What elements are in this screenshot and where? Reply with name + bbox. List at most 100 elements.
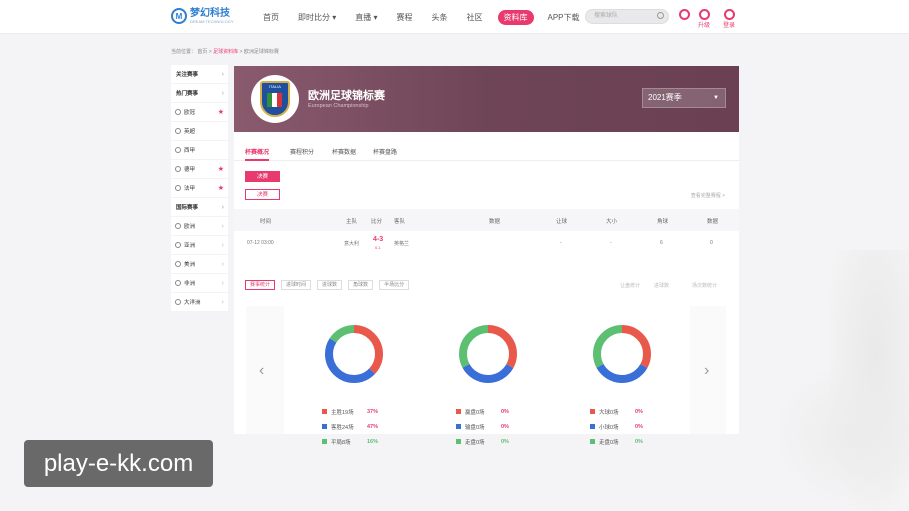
th-time: 时间 (260, 219, 272, 225)
chevron-right-icon: › (221, 222, 224, 230)
stat-tab-corners[interactable]: 角球数 (348, 280, 374, 290)
search-icon[interactable] (657, 12, 664, 19)
half-score: 0-1 (375, 245, 381, 250)
handicap-value: - (560, 240, 562, 246)
stat-tab-goal-time[interactable]: 进球时间 (281, 280, 312, 290)
legend-swatch (590, 439, 595, 444)
logo-subtitle: DREAM TECHNOLOGY (190, 18, 234, 24)
sidebar-item[interactable]: 热门赛事 › (171, 84, 228, 103)
login-button[interactable]: 登录 (723, 9, 735, 29)
legend-label: 小球0场 (599, 424, 619, 431)
legend-item: 平局8场 16% (322, 434, 378, 449)
chevron-down-icon: ▼ (713, 95, 719, 101)
season-select[interactable]: 2021赛季 ▼ (642, 88, 726, 108)
refresh-button[interactable] (679, 9, 690, 20)
th-data2: 数据 (707, 219, 719, 225)
legend-percent: 0% (635, 408, 643, 415)
nav-live-score[interactable]: 即时比分 ▾ (298, 12, 336, 23)
sidebar-item[interactable]: 非洲 › (171, 274, 228, 293)
breadcrumb-home[interactable]: 首页 (197, 49, 207, 55)
stat-link-matches[interactable]: 场次数统计 (692, 282, 717, 289)
nav-schedule[interactable]: 赛程 (397, 12, 413, 23)
background-player-shadow (770, 360, 909, 510)
chevron-right-icon: › (221, 298, 224, 306)
legend-percent: 47% (367, 423, 379, 430)
full-schedule-link[interactable]: 查看完整赛程 > (691, 192, 725, 199)
stat-tab-halftime[interactable]: 半场比分 (379, 280, 410, 290)
season-value: 2021赛季 (648, 93, 682, 102)
sidebar-item[interactable]: 国际赛事 › (171, 198, 228, 217)
tab-standings[interactable]: 赛程积分 (290, 147, 314, 156)
nav-live-stream[interactable]: 直播 ▾ (355, 12, 377, 23)
legend-item: 小球0场 0% (590, 419, 643, 434)
over-under-value: - (610, 240, 612, 246)
legend-item: 输盘0场 0% (456, 419, 509, 434)
legend-swatch (322, 409, 327, 414)
sidebar-item[interactable]: 法甲 ★ (171, 179, 228, 198)
legend-item: 大球0场 0% (590, 404, 643, 419)
chevron-right-icon[interactable]: › (704, 362, 709, 380)
top-navbar: M 梦幻科技 DREAM TECHNOLOGY 首页 即时比分 ▾ 直播 ▾ 赛… (0, 0, 909, 34)
nav-community[interactable]: 社区 (467, 12, 483, 23)
tab-handicap[interactable]: 杯赛盘路 (373, 147, 397, 156)
nav-headlines[interactable]: 头条 (432, 12, 448, 23)
stat-tab-overall[interactable]: 赛事统计 (245, 280, 276, 290)
star-icon[interactable]: ★ (218, 184, 224, 192)
legend-item: 主胜19场 37% (322, 404, 378, 419)
nav-app-download[interactable]: APP下载 (548, 12, 580, 23)
refresh-icon (679, 9, 690, 20)
league-icon (175, 109, 181, 115)
th-handicap: 让球 (556, 219, 568, 225)
upgrade-label: 升级 (698, 23, 711, 29)
star-icon[interactable]: ★ (218, 108, 224, 116)
legend-label: 赢盘0场 (465, 409, 485, 416)
chevron-right-icon: › (221, 89, 224, 97)
sidebar-item[interactable]: 关注赛事 › (171, 65, 228, 84)
away-team[interactable]: 英格兰 (394, 240, 409, 247)
sidebar-item[interactable]: 德甲 ★ (171, 160, 228, 179)
sidebar-item[interactable]: 英超 (171, 122, 228, 141)
match-time: 07-12 03:00 (247, 240, 274, 246)
home-team[interactable]: 意大利 (344, 240, 359, 247)
final-button[interactable]: 决赛 (245, 171, 280, 182)
sidebar-item[interactable]: 欧洲 › (171, 217, 228, 236)
legend-item: 客胜24场 47% (322, 419, 378, 434)
legend-swatch (590, 409, 595, 414)
tab-data[interactable]: 杯赛数据 (332, 147, 356, 156)
upgrade-icon (698, 9, 710, 20)
tab-overview[interactable]: 杯赛概况 (245, 147, 270, 161)
sidebar-item-label: 国际赛事 (176, 205, 199, 211)
sidebar-item[interactable]: 欧冠 ★ (171, 103, 228, 122)
sidebar-item[interactable]: 亚洲 › (171, 236, 228, 255)
match-score[interactable]: 4-3 (373, 236, 383, 243)
stat-tab-goals[interactable]: 进球数 (317, 280, 343, 290)
sidebar-item-label: 亚洲 (184, 243, 196, 249)
th-over-under: 大小 (606, 219, 618, 225)
th-corners: 角球 (657, 219, 669, 225)
nav-home[interactable]: 首页 (263, 12, 279, 23)
sidebar-item-label: 大洋洲 (184, 300, 201, 306)
legend-percent: 37% (367, 408, 379, 415)
sidebar-item[interactable]: 西甲 (171, 141, 228, 160)
nav-database[interactable]: 资料库 (497, 10, 534, 25)
star-icon[interactable]: ★ (218, 165, 224, 173)
sidebar-item[interactable]: 大洋洲 › (171, 293, 228, 312)
stat-tabs: 赛事统计 进球时间 进球数 角球数 半场比分 (245, 280, 410, 290)
upgrade-button[interactable]: 升级 (698, 9, 710, 29)
logo-name: 梦幻科技 (190, 7, 230, 19)
stat-link-goals[interactable]: 进球数 (654, 282, 669, 289)
site-logo[interactable]: M 梦幻科技 DREAM TECHNOLOGY (171, 8, 234, 24)
sidebar-item[interactable]: 美洲 › (171, 255, 228, 274)
legend-percent: 0% (501, 423, 509, 430)
breadcrumb: 当前位置： 首页 > 足球资料库 > 欧洲足球锦标赛 (171, 49, 279, 55)
chevron-right-icon: › (221, 70, 224, 78)
table-row[interactable]: 07-12 03:00 意大利 4-3 0-1 英格兰 - - 6 0 (234, 231, 739, 255)
donut-charts: 主胜19场 37% 客胜24场 47% 平局8场 16% 赢盘0场 0% 输盘0场 0% 走盘0场 0… (284, 306, 690, 446)
competition-banner: ITALIA 欧洲足球锦标赛 European Championship 202… (234, 66, 739, 132)
league-icon (175, 242, 181, 248)
stat-link-handicap[interactable]: 让盘统计 (620, 282, 640, 289)
final-secondary-button[interactable]: 决赛 (245, 189, 280, 200)
breadcrumb-database[interactable]: 足球资料库 (213, 49, 238, 55)
legend-label: 客胜24场 (331, 424, 354, 431)
chevron-left-icon[interactable]: ‹ (259, 362, 264, 380)
